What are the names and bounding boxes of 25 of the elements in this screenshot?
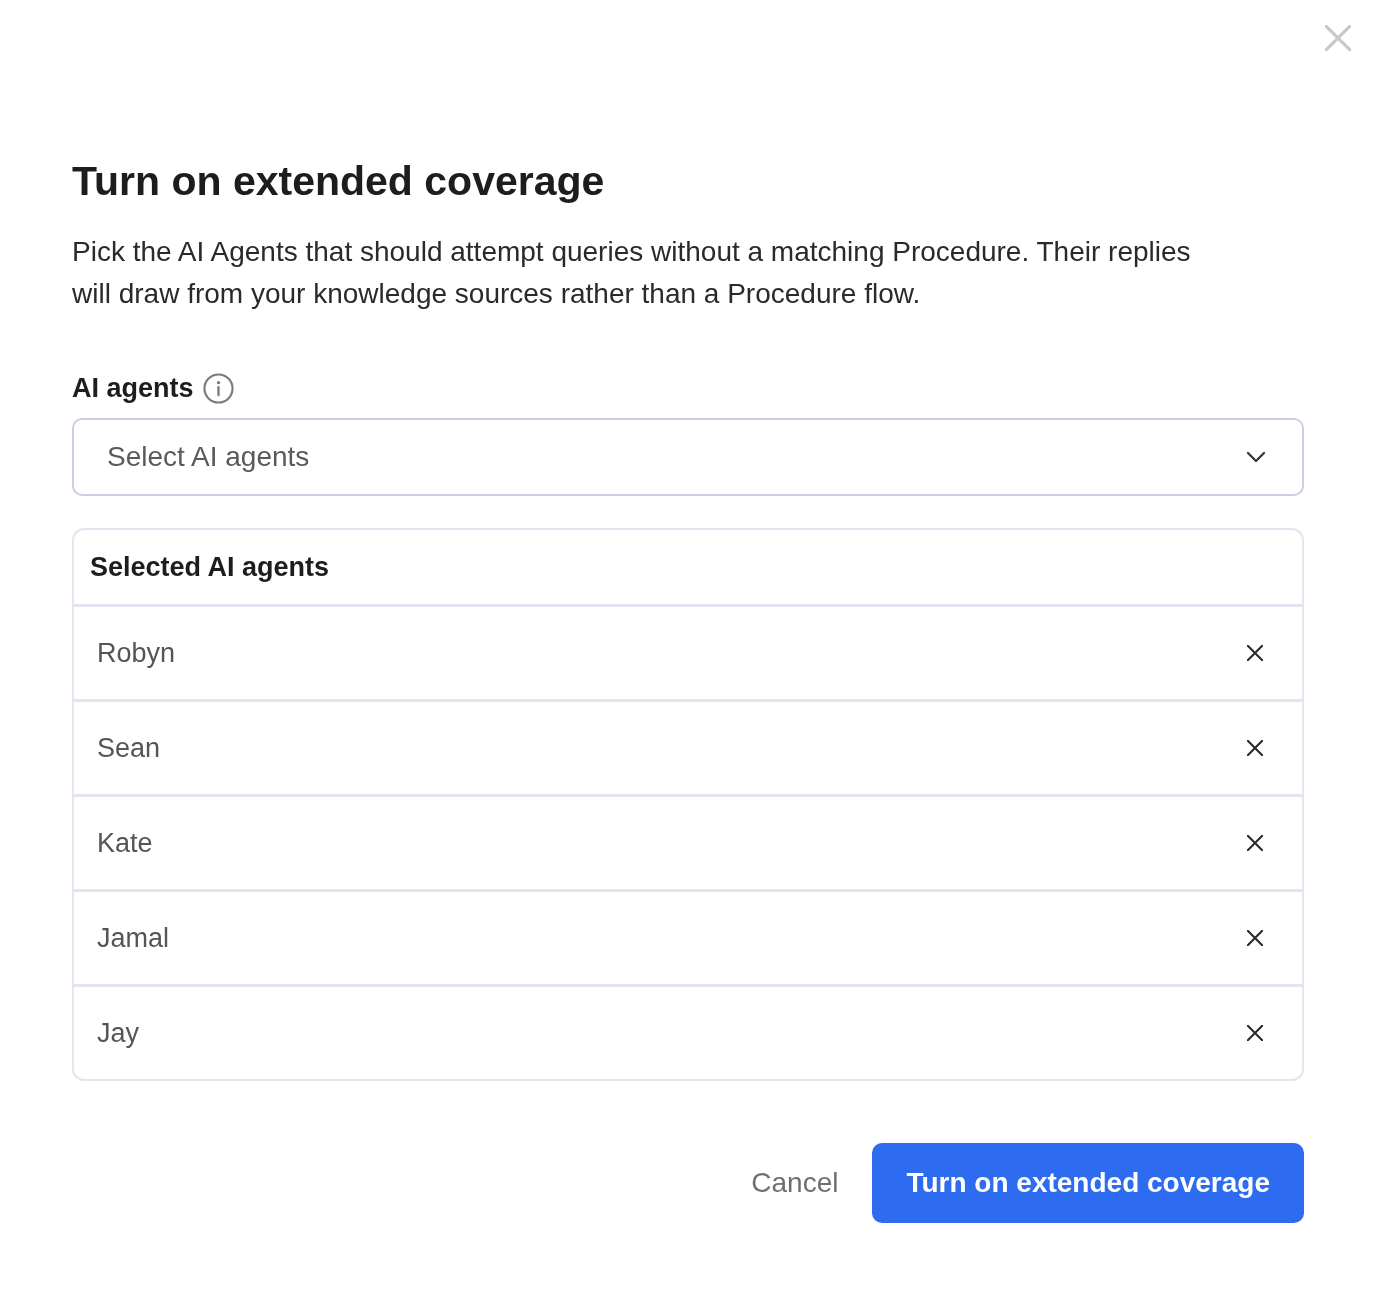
agent-name: Robyn (97, 636, 176, 670)
info-icon (202, 372, 234, 404)
remove-button[interactable] (1244, 737, 1266, 759)
x-icon (1247, 1025, 1263, 1041)
agent-name: Jamal (97, 921, 170, 955)
x-icon (1247, 835, 1263, 851)
primary-button[interactable]: Turn on extended coverage (872, 1143, 1304, 1223)
agent-name: Kate (97, 826, 153, 860)
remove-button[interactable] (1244, 642, 1266, 664)
cancel-button[interactable]: Cancel (741, 1143, 849, 1223)
remove-button[interactable] (1244, 927, 1266, 949)
chevron-down-icon (1246, 451, 1266, 463)
agent-name: Sean (97, 731, 161, 765)
dialog-title: Turn on extended coverage (72, 157, 605, 205)
panel-title: Selected AI agents (90, 550, 330, 584)
dialog-description: Pick the AI Agents that should attempt queries without a matching Procedure. Their replies will draw from your knowledge sources rather than a Procedure flow. (72, 235, 1192, 311)
field-label: AI agents (72, 372, 194, 404)
agent-name: Jay (97, 1016, 140, 1050)
close-icon (1325, 25, 1351, 51)
agents-select[interactable]: Select AI agents (72, 418, 1304, 496)
x-icon (1247, 645, 1263, 661)
remove-button[interactable] (1244, 1022, 1266, 1044)
x-icon (1247, 930, 1263, 946)
remove-button[interactable] (1244, 832, 1266, 854)
x-icon (1247, 740, 1263, 756)
